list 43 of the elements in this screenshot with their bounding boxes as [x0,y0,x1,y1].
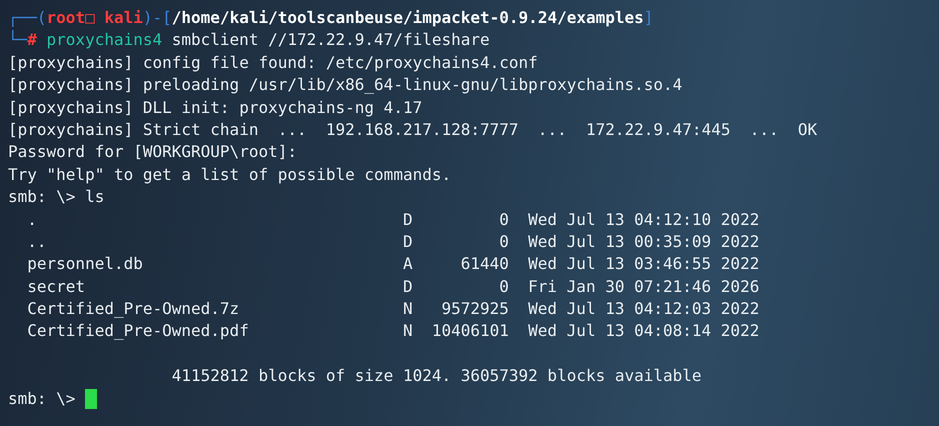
smb-prompt: smb: \> [8,388,76,410]
output-line: [proxychains] Strict chain ... 192.168.217.128:7777 ... 172.22.9.47:445 ... OK [8,118,818,141]
file-name: Certified_Pre-Owned.7z [27,298,240,320]
blocks-summary: 41152812 blocks of size 1024. 36057392 blocks available [172,365,702,388]
file-size: 0 [498,208,509,231]
file-name: .. [27,230,48,253]
prompt-path: /home/kali/toolscanbeuse/impacket-0.9.24/examples [172,7,644,29]
file-size: 61440 [460,253,509,276]
smb-command: ls [85,186,104,208]
file-attribute: N [402,298,413,320]
output-line: [proxychains] preloading /usr/lib/x86_64-linux-gnu/libproxychains.so.4 [8,74,682,96]
command-args: smbclient //172.22.9.47/fileshare [172,29,490,52]
file-attribute: N [402,320,413,342]
file-date: Wed Jul 13 04:12:03 2022 [528,298,760,320]
file-attribute: D [402,230,413,253]
file-name: . [27,208,38,231]
prompt-frame: └─ [8,29,28,52]
file-date: Fri Jan 30 07:21:46 2026 [528,276,760,298]
file-size: 0 [498,230,509,253]
output-line: [proxychains] DLL init: proxychains-ng 4.17 [8,96,422,119]
file-date: Wed Jul 13 04:08:14 2022 [528,320,760,342]
smb-prompt: smb: \> [8,186,76,208]
file-name: Certified_Pre-Owned.pdf [27,320,250,342]
prompt-frame: )-[ [142,7,172,30]
file-attribute: A [402,253,413,276]
file-attribute: D [402,276,413,298]
file-date: Wed Jul 13 00:35:09 2022 [528,230,760,253]
file-size: 0 [498,276,509,298]
file-date: Wed Jul 13 04:12:10 2022 [528,208,760,231]
file-size: 9572925 [440,298,509,320]
command-program: proxychains4 [46,29,162,52]
prompt-user-host: root□ kali [46,7,143,29]
file-size: 10406101 [430,320,509,342]
output-line: Password for [WORKGROUP\root]: [8,141,297,164]
prompt-symbol: # [27,29,37,52]
file-date: Wed Jul 13 03:46:55 2022 [528,253,760,276]
prompt-frame: ] [644,7,654,30]
file-name: secret [27,276,86,298]
output-line: [proxychains] config file found: /etc/proxychains4.conf [8,52,538,74]
prompt-frame: ┌──( [8,7,47,30]
file-name: personnel.db [27,253,144,276]
file-attribute: D [402,208,413,231]
output-line: Try "help" to get a list of possible commands. [8,164,452,186]
